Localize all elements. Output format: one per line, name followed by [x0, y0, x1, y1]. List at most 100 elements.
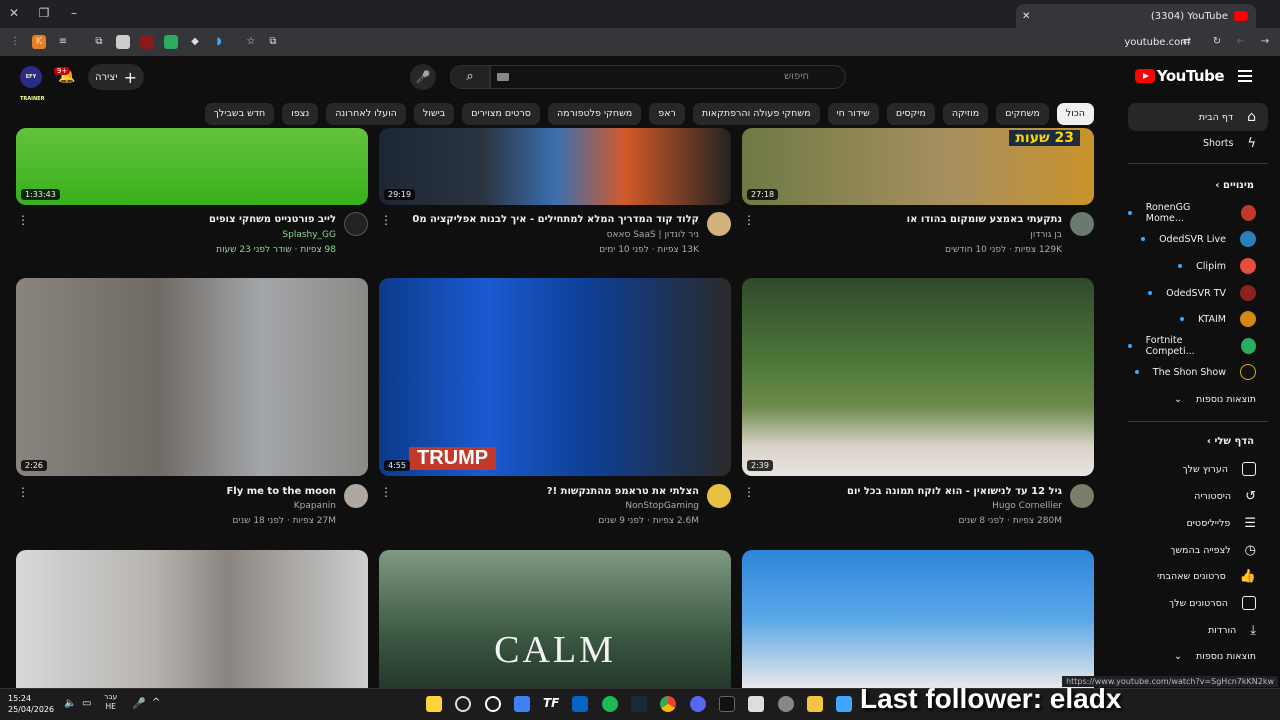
sidebar-item-sub[interactable]: The Shon Show	[1128, 358, 1268, 386]
video-title[interactable]: הצלתי את טראמפ מהתנקשות !?	[547, 486, 699, 497]
sidebar-item-downloads[interactable]: הורדות ⤓	[1128, 616, 1268, 644]
back-icon[interactable]: →	[1258, 35, 1272, 49]
extension-icon[interactable]	[164, 35, 178, 49]
outlook-icon[interactable]	[572, 696, 588, 712]
sidebar-item-watch-later[interactable]: לצפייה בהמשך ◷	[1128, 536, 1268, 564]
grid-app-icon[interactable]	[514, 696, 530, 712]
microphone-icon[interactable]: 🎤	[410, 64, 436, 90]
restore-window-icon[interactable]: ❐	[36, 6, 52, 20]
sidebar-item-shorts[interactable]: Shorts ϟ	[1128, 129, 1268, 157]
channel-name[interactable]: בן גורדון	[1030, 230, 1062, 240]
video-thumbnail[interactable]: CALM	[379, 550, 731, 688]
sidebar-item-playlists[interactable]: פלייליסטים ☰	[1128, 509, 1268, 537]
hamburger-menu-icon[interactable]	[1238, 70, 1252, 82]
channel-name[interactable]: Splashy_GG	[282, 230, 336, 240]
close-window-icon[interactable]: ✕	[6, 6, 22, 20]
bookmark-star-icon[interactable]: ☆	[244, 35, 258, 49]
browser-tab[interactable]: ✕ (3304) YouTube	[1016, 4, 1256, 28]
puzzle-icon[interactable]: ⧉	[92, 35, 106, 49]
reload-icon[interactable]: ↻	[1210, 35, 1224, 49]
sidebar-item-history[interactable]: היסטוריה ↺	[1128, 482, 1268, 510]
minimize-window-icon[interactable]: –	[66, 6, 82, 20]
more-options-icon[interactable]: ⋮	[743, 213, 755, 227]
site-settings-icon[interactable]: ⇄	[1180, 35, 1194, 49]
discord-icon[interactable]	[690, 696, 706, 712]
chip[interactable]: משחקים	[996, 103, 1049, 125]
channel-avatar[interactable]	[344, 484, 368, 508]
clock[interactable]: 15:24 25/04/2026	[8, 693, 54, 715]
tf-app-icon[interactable]: TF	[543, 696, 559, 712]
youtube-logo[interactable]: YouTube	[1134, 67, 1225, 85]
sidebar-item-more-subs[interactable]: ⌄ תוצאות נוספות	[1128, 385, 1268, 413]
chip[interactable]: ראפ	[649, 103, 685, 125]
video-thumbnail[interactable]: 2:39	[742, 278, 1094, 476]
channel-name[interactable]: NonStopGaming	[625, 501, 699, 511]
extension-icon[interactable]: ≡	[56, 35, 70, 49]
chip[interactable]: משחקי פלטפורמה	[547, 103, 642, 125]
chip[interactable]: שידור חי	[827, 103, 879, 125]
channel-avatar[interactable]	[707, 212, 731, 236]
chip[interactable]: סרטים מצוירים	[462, 103, 540, 125]
sidebar-item-your-videos[interactable]: הסרטונים שלך	[1128, 589, 1268, 617]
chip[interactable]: הכול	[1056, 103, 1094, 125]
obs-icon[interactable]	[485, 696, 501, 712]
chip[interactable]: משחקי פעולה והרפתקאות	[692, 103, 820, 125]
channel-name[interactable]: ניר לונדון | SaaS סאאס	[607, 230, 699, 240]
channel-avatar[interactable]	[344, 212, 368, 236]
extension-icon[interactable]	[116, 35, 130, 49]
sidebar-item-sub[interactable]: Fortnite Competi...	[1128, 332, 1268, 360]
more-options-icon[interactable]: ⋮	[17, 485, 29, 499]
video-title[interactable]: גיל 12 עד לנישואין - הוא לוקח תמונה בכל …	[847, 486, 1062, 497]
sidebar-item-sub[interactable]: OdedSVR TV	[1128, 279, 1268, 307]
more-options-icon[interactable]: ⋮	[17, 213, 29, 227]
sidebar-item-home[interactable]: דף הבית ⌂	[1128, 103, 1268, 131]
video-title[interactable]: Fly me to the moon	[226, 486, 336, 497]
chip[interactable]: הועלו לאחרונה	[326, 103, 406, 125]
chip[interactable]: בישול	[413, 103, 455, 125]
channel-name[interactable]: Kpapanin	[294, 501, 336, 511]
channel-avatar[interactable]	[707, 484, 731, 508]
language-indicator[interactable]: עבר HE	[104, 692, 117, 712]
chip[interactable]: מיקסים	[886, 103, 935, 125]
video-title[interactable]: נתקעתי באמצע שומקום בהודו או	[907, 214, 1062, 225]
chip[interactable]: חדש בשבילך	[204, 103, 275, 125]
app-icon[interactable]	[455, 696, 471, 712]
steam-icon[interactable]	[631, 696, 647, 712]
more-options-icon[interactable]: ⋮	[380, 213, 392, 227]
extension-icon[interactable]	[140, 35, 154, 49]
chip[interactable]: מוזיקה	[942, 103, 989, 125]
chevron-up-icon[interactable]: ^	[152, 697, 160, 708]
avatar[interactable]: EFY TRAINER	[20, 66, 44, 102]
network-icon[interactable]: ▭	[82, 698, 91, 709]
extension-icon[interactable]: K	[32, 35, 46, 49]
keyboard-icon[interactable]	[497, 73, 509, 81]
create-button[interactable]: יצירה +	[88, 64, 144, 90]
tab-close-icon[interactable]: ✕	[1022, 11, 1030, 22]
sidebar-item-liked[interactable]: סרטונים שאהבתי 👍	[1128, 562, 1268, 590]
store-icon[interactable]	[748, 696, 764, 712]
sidebar-item-more-you[interactable]: ⌄ תוצאות נוספות	[1128, 642, 1268, 670]
channel-avatar[interactable]	[1070, 212, 1094, 236]
search-icon[interactable]: ⌕	[450, 65, 490, 89]
video-title[interactable]: לייב פורטנייט משחקי צופים	[209, 214, 336, 225]
video-thumbnail[interactable]	[16, 550, 368, 688]
menu-icon[interactable]: ⋮	[8, 35, 22, 49]
video-thumbnail[interactable]: 2:26	[16, 278, 368, 476]
file-explorer-icon[interactable]	[807, 696, 823, 712]
video-thumbnail[interactable]: 29:19	[379, 128, 731, 205]
extension-icon[interactable]: ◗	[212, 35, 226, 49]
channel-name[interactable]: Hugo Cornellier	[992, 501, 1062, 511]
sidebar-item-sub[interactable]: Clipim	[1128, 252, 1268, 280]
sidebar-item-sub[interactable]: OdedSVR Live	[1128, 225, 1268, 253]
search-input[interactable]: חיפוש	[490, 65, 846, 89]
sidebar-item-sub[interactable]: RonenGG Mome...	[1128, 199, 1268, 227]
chip[interactable]: נצפו	[282, 103, 319, 125]
spotify-icon[interactable]	[602, 696, 618, 712]
you-heading[interactable]: ‹ הדף שלי	[1207, 436, 1254, 447]
chrome-icon[interactable]	[660, 696, 676, 712]
video-thumbnail[interactable]: 23 שעות 27:18	[742, 128, 1094, 205]
speaker-icon[interactable]: 🔈	[64, 698, 76, 709]
subscriptions-heading[interactable]: ‹ מינויים	[1215, 180, 1254, 191]
share-icon[interactable]: ⧉	[266, 35, 280, 49]
sidebar-item-your-channel[interactable]: הערוץ שלך	[1128, 455, 1268, 483]
